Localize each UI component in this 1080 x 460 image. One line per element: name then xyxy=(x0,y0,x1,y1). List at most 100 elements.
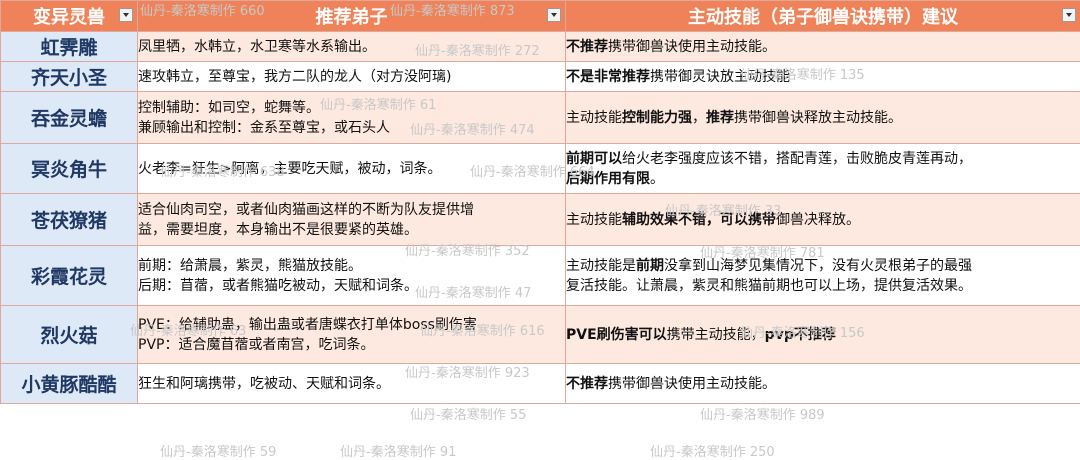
text-segment: 主动技能是 xyxy=(566,258,636,274)
bold-text: 前期 xyxy=(636,258,664,274)
text-segment: 主动技能 xyxy=(566,212,622,228)
beast-name-cell[interactable]: 吞金灵蟾 xyxy=(1,92,138,144)
filter-dropdown-icon[interactable] xyxy=(119,8,133,22)
beast-name-cell[interactable]: 苍茯獠猪 xyxy=(1,194,138,246)
bold-text: 辅助效果不错，可以携带 xyxy=(622,212,776,228)
text-segment: 携带御兽诀使用主动技能。 xyxy=(608,39,776,55)
filter-dropdown-icon[interactable] xyxy=(1062,8,1076,22)
disciple-line: 后期：苜蓿，或者熊猫吃被动，天赋和词条。 xyxy=(138,276,565,296)
table-row: 烈火菇PVE：给辅助蛊，输出蛊或者唐蝶衣打单体boss刷伤害 PVP：适合魔苜蓿或… xyxy=(1,306,1080,364)
filter-dropdown-icon[interactable] xyxy=(547,8,561,22)
text-segment: PVP：适合魔苜蓿或者南宫，吃词条。 xyxy=(138,337,374,353)
watermark-text: 仙丹-秦洛寒制作 91 xyxy=(340,441,456,460)
text-segment: 携带御兽诀使用主动技能。 xyxy=(608,376,776,392)
text-segment: 控制辅助：如司空，蛇舞等。 xyxy=(138,100,320,116)
text-segment: 没拿到山海梦见集情况下，没有火灵根弟子的最强 xyxy=(664,258,972,274)
text-segment: 携带主动技能， xyxy=(667,327,765,343)
disciple-cell[interactable]: 适合仙肉司空，或者仙肉猫画这样的不断为队友提供增益，需要坦度，本身输出不是很要紧… xyxy=(138,194,566,246)
disciple-line: 益，需要坦度，本身输出不是很要紧的英雄。 xyxy=(138,220,565,240)
text-segment: 狂生和阿璃携带，吃被动、天赋和词条。 xyxy=(138,376,390,392)
bold-text: 前期可以 xyxy=(566,151,622,167)
text-segment: 后期：苜蓿，或者熊猫吃被动，天赋和词条。 xyxy=(138,278,418,294)
disciple-line: 速攻韩立，至尊宝，我方二队的龙人（对方没阿璃) xyxy=(138,67,565,87)
disciple-line: 狂生和阿璃携带，吃被动、天赋和词条。 xyxy=(138,374,565,394)
skill-cell[interactable]: 不推荐携带御兽诀使用主动技能。 xyxy=(566,32,1080,62)
watermark-text: 仙丹-秦洛寒制作 250 xyxy=(650,441,775,460)
skill-cell[interactable]: 前期可以给火老李强度应该不错，搭配青莲，击败脆皮青莲再动，后期作用有限。 xyxy=(566,144,1080,194)
disciple-line: 控制辅助：如司空，蛇舞等。 xyxy=(138,98,565,118)
disciple-cell[interactable]: 速攻韩立，至尊宝，我方二队的龙人（对方没阿璃) xyxy=(138,62,566,92)
beast-name-cell[interactable]: 齐天小圣 xyxy=(1,62,138,92)
table-row: 冥炎角牛火老李=狂生>阿离，主要吃天赋，被动，词条。 前期可以给火老李强度应该不错… xyxy=(1,144,1080,194)
bold-text: pvp不推荐 xyxy=(765,327,836,343)
beast-name-cell[interactable]: 彩霞花灵 xyxy=(1,246,138,306)
header-row: 变异灵兽 推荐弟子 主动技能（弟子御兽诀携带）建议 xyxy=(1,1,1080,32)
skill-cell[interactable]: 主动技能控制能力强，推荐携带御兽诀释放主动技能。 xyxy=(566,92,1080,144)
text-segment: 凤里牺，水韩立，水卫寒等水系输出。 xyxy=(138,39,376,55)
bold-text: 不推荐 xyxy=(566,376,608,392)
disciple-line: PVP：适合魔苜蓿或者南宫，吃词条。 xyxy=(138,335,565,355)
text-segment: PVE：给辅助蛊，输出蛊或者唐蝶衣打单体boss刷伤害 xyxy=(138,317,477,333)
bold-text: PVE刷伤害可以 xyxy=(566,327,667,343)
watermark-text: 仙丹-秦洛寒制作 989 xyxy=(700,404,825,423)
text-segment: 携带御兽诀释放主动技能。 xyxy=(734,110,902,126)
disciple-cell[interactable]: 凤里牺，水韩立，水卫寒等水系输出。 xyxy=(138,32,566,62)
disciple-cell[interactable]: 前期：给萧晨，紫灵，熊猫放技能。后期：苜蓿，或者熊猫吃被动，天赋和词条。 xyxy=(138,246,566,306)
skill-cell[interactable]: 不是非常推荐携带御灵诀放主动技能 xyxy=(566,62,1080,92)
beast-name-cell[interactable]: 冥炎角牛 xyxy=(1,144,138,194)
disciple-cell[interactable]: 狂生和阿璃携带，吃被动、天赋和词条。 xyxy=(138,364,566,404)
bold-text: 不推荐 xyxy=(566,39,608,55)
watermark-text: 仙丹-秦洛寒制作 59 xyxy=(160,441,276,460)
skill-line: 主动技能是前期没拿到山海梦见集情况下，没有火灵根弟子的最强 xyxy=(566,256,1080,276)
bold-text: 推荐 xyxy=(706,110,734,126)
text-segment: 火老李=狂生>阿离，主要吃天赋，被动，词条。 xyxy=(138,161,441,177)
disciple-line: PVE：给辅助蛊，输出蛊或者唐蝶衣打单体boss刷伤害 xyxy=(138,315,565,335)
disciple-cell[interactable]: PVE：给辅助蛊，输出蛊或者唐蝶衣打单体boss刷伤害 PVP：适合魔苜蓿或者南宫… xyxy=(138,306,566,364)
disciple-line: 凤里牺，水韩立，水卫寒等水系输出。 xyxy=(138,37,565,57)
header-beast: 变异灵兽 xyxy=(1,1,138,32)
skill-cell[interactable]: 不推荐携带御兽诀使用主动技能。 xyxy=(566,364,1080,404)
text-segment: 适合仙肉司空，或者仙肉猫画这样的不断为队友提供增 xyxy=(138,202,474,218)
text-segment: 前期：给萧晨，紫灵，熊猫放技能。 xyxy=(138,258,362,274)
disciple-line: 火老李=狂生>阿离，主要吃天赋，被动，词条。 xyxy=(138,159,565,179)
text-segment: 兼顾输出和控制：金系至尊宝，或石头人 xyxy=(138,120,390,136)
disciple-cell[interactable]: 控制辅助：如司空，蛇舞等。兼顾输出和控制：金系至尊宝，或石头人 xyxy=(138,92,566,144)
table-row: 彩霞花灵前期：给萧晨，紫灵，熊猫放技能。后期：苜蓿，或者熊猫吃被动，天赋和词条。… xyxy=(1,246,1080,306)
recommendation-table: 变异灵兽 推荐弟子 主动技能（弟子御兽诀携带）建议 虹霁雕凤里牺，水韩立，水卫寒… xyxy=(0,0,1080,404)
disciple-cell[interactable]: 火老李=狂生>阿离，主要吃天赋，被动，词条。 xyxy=(138,144,566,194)
skill-line: 不推荐携带御兽诀使用主动技能。 xyxy=(566,374,1080,394)
text-segment: 。 xyxy=(650,171,664,187)
text-segment: 主动技能 xyxy=(566,110,622,126)
skill-line: 不推荐携带御兽诀使用主动技能。 xyxy=(566,37,1080,57)
disciple-line: 兼顾输出和控制：金系至尊宝，或石头人 xyxy=(138,118,565,138)
table-row: 齐天小圣速攻韩立，至尊宝，我方二队的龙人（对方没阿璃)不是非常推荐携带御灵诀放主… xyxy=(1,62,1080,92)
text-segment: 携带御灵诀放主动技能 xyxy=(650,69,790,85)
bold-text: 不是非常推荐 xyxy=(566,69,650,85)
text-segment: 益，需要坦度，本身输出不是很要紧的英雄。 xyxy=(138,222,418,238)
skill-line: 后期作用有限。 xyxy=(566,169,1080,189)
header-skill: 主动技能（弟子御兽诀携带）建议 xyxy=(566,1,1080,32)
disciple-line: 前期：给萧晨，紫灵，熊猫放技能。 xyxy=(138,256,565,276)
skill-cell[interactable]: 主动技能辅助效果不错，可以携带御兽决释放。 xyxy=(566,194,1080,246)
header-label: 推荐弟子 xyxy=(316,3,388,29)
text-segment: 御兽决释放。 xyxy=(776,212,860,228)
header-disciple: 推荐弟子 xyxy=(138,1,566,32)
skill-line: 前期可以给火老李强度应该不错，搭配青莲，击败脆皮青莲再动， xyxy=(566,149,1080,169)
skill-cell[interactable]: 主动技能是前期没拿到山海梦见集情况下，没有火灵根弟子的最强复活技能。让萧晨，紫灵… xyxy=(566,246,1080,306)
beast-name-cell[interactable]: 小黄豚酷酷 xyxy=(1,364,138,404)
text-segment: 复活技能。让萧晨，紫灵和熊猫前期也可以上场，提供复活效果。 xyxy=(566,278,972,294)
beast-name-cell[interactable]: 烈火菇 xyxy=(1,306,138,364)
skill-cell[interactable]: PVE刷伤害可以携带主动技能，pvp不推荐 xyxy=(566,306,1080,364)
table-row: 小黄豚酷酷狂生和阿璃携带，吃被动、天赋和词条。 不推荐携带御兽诀使用主动技能。 xyxy=(1,364,1080,404)
skill-line: 主动技能控制能力强，推荐携带御兽诀释放主动技能。 xyxy=(566,108,1080,128)
watermark-text: 仙丹-秦洛寒制作 55 xyxy=(410,404,526,423)
beast-name-cell[interactable]: 虹霁雕 xyxy=(1,32,138,62)
table-row: 虹霁雕凤里牺，水韩立，水卫寒等水系输出。 不推荐携带御兽诀使用主动技能。 xyxy=(1,32,1080,62)
bold-text: 后期作用有限 xyxy=(566,171,650,187)
header-label: 变异灵兽 xyxy=(33,3,105,29)
skill-line: 主动技能辅助效果不错，可以携带御兽决释放。 xyxy=(566,210,1080,230)
disciple-line: 适合仙肉司空，或者仙肉猫画这样的不断为队友提供增 xyxy=(138,200,565,220)
text-segment: ， xyxy=(692,110,706,126)
skill-line: 复活技能。让萧晨，紫灵和熊猫前期也可以上场，提供复活效果。 xyxy=(566,276,1080,296)
skill-line: PVE刷伤害可以携带主动技能，pvp不推荐 xyxy=(566,325,1080,345)
